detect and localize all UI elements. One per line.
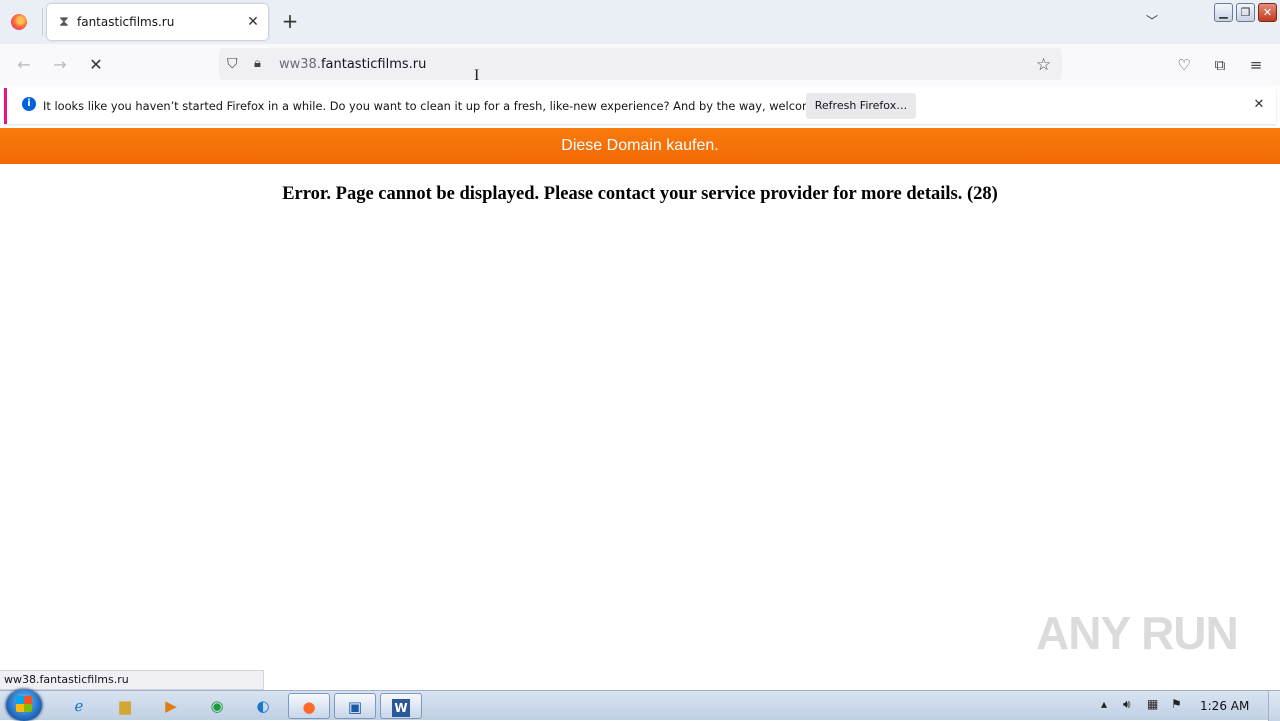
firefox-icon[interactable] bbox=[11, 14, 27, 30]
tray-expand-icon[interactable]: ▴ bbox=[1101, 697, 1107, 711]
start-button[interactable] bbox=[6, 689, 42, 721]
show-desktop-button[interactable] bbox=[1268, 691, 1280, 721]
tab-fantasticfilms[interactable]: ⧗ fantasticfilms.ru ✕ bbox=[47, 4, 268, 40]
close-icon[interactable]: ✕ bbox=[243, 12, 263, 32]
extensions-icon[interactable]: ⧉ bbox=[1210, 55, 1230, 75]
chevron-down-icon[interactable]: ﹀ bbox=[1142, 12, 1162, 32]
network-icon[interactable]: ▦ bbox=[1147, 697, 1158, 711]
file-explorer-icon[interactable]: ▆ bbox=[104, 693, 146, 719]
refresh-notification: i It looks like you haven’t started Fire… bbox=[4, 88, 1276, 124]
edge-icon[interactable]: ◐ bbox=[242, 693, 284, 719]
word-icon[interactable]: W bbox=[380, 693, 422, 719]
firefox-taskbar-icon[interactable]: ● bbox=[288, 693, 330, 719]
url-domain: fantasticfilms.ru bbox=[320, 57, 427, 72]
anyrun-watermark: ANY RUN bbox=[1036, 607, 1239, 659]
action-center-flag-icon[interactable]: ⚑ bbox=[1171, 697, 1182, 711]
close-window-button[interactable]: ✕ bbox=[1258, 3, 1277, 22]
back-button[interactable]: ← bbox=[12, 53, 36, 77]
buy-domain-banner[interactable]: Diese Domain kaufen. bbox=[0, 128, 1280, 164]
lock-icon[interactable]: 🔒︎ bbox=[254, 56, 270, 72]
url-bar[interactable]: ⛉ 🔒︎ ww38.fantasticfilms.ru ☆ bbox=[219, 48, 1062, 80]
status-bar: ww38.fantasticfilms.ru bbox=[0, 670, 264, 690]
shield-icon[interactable]: ⛉ bbox=[227, 56, 243, 72]
url-text[interactable]: ww38.fantasticfilms.ru bbox=[279, 57, 426, 72]
pocket-icon[interactable]: ♡ bbox=[1174, 55, 1194, 75]
minimize-button[interactable]: ▁ bbox=[1214, 3, 1233, 22]
url-subdomain: ww38. bbox=[279, 57, 321, 72]
remote-desktop-icon[interactable]: ▣ bbox=[334, 693, 376, 719]
maximize-button[interactable]: ❐ bbox=[1236, 3, 1255, 22]
forward-button[interactable]: → bbox=[48, 53, 72, 77]
info-icon: i bbox=[22, 97, 36, 111]
error-message: Error. Page cannot be displayed. Please … bbox=[282, 184, 998, 204]
hourglass-icon: ⧗ bbox=[59, 14, 69, 30]
tab-separator bbox=[42, 8, 43, 36]
text-cursor-icon: I bbox=[474, 67, 480, 84]
media-player-icon[interactable]: ▶ bbox=[150, 693, 192, 719]
tab-strip: ⧗ fantasticfilms.ru ✕ + ﹀ ▁ ❐ ✕ bbox=[0, 0, 1280, 44]
tab-title: fantasticfilms.ru bbox=[77, 15, 175, 29]
refresh-firefox-button[interactable]: Refresh Firefox… bbox=[806, 93, 916, 119]
star-icon[interactable]: ☆ bbox=[1036, 55, 1051, 75]
close-icon[interactable]: ✕ bbox=[1250, 96, 1268, 114]
notification-message: It looks like you haven’t started Firefo… bbox=[43, 99, 856, 113]
stop-button[interactable]: ✕ bbox=[84, 53, 108, 77]
new-tab-button[interactable]: + bbox=[279, 11, 301, 33]
windows-taskbar: ℯ ▆ ▶ ◉ ◐ ● ▣ W ▴ 🔊︎ ▦ ⚑ 1:26 AM bbox=[0, 689, 1280, 721]
menu-icon[interactable]: ≡ bbox=[1246, 55, 1266, 75]
navigation-toolbar: ← → ✕ ⛉ 🔒︎ ww38.fantasticfilms.ru ☆ ♡ ⧉ … bbox=[0, 44, 1280, 86]
system-clock[interactable]: 1:26 AM bbox=[1200, 699, 1249, 713]
volume-icon[interactable]: 🔊︎ bbox=[1123, 697, 1131, 712]
windows-logo-icon bbox=[16, 696, 32, 712]
internet-explorer-icon[interactable]: ℯ bbox=[58, 693, 100, 719]
chrome-icon[interactable]: ◉ bbox=[196, 693, 238, 719]
